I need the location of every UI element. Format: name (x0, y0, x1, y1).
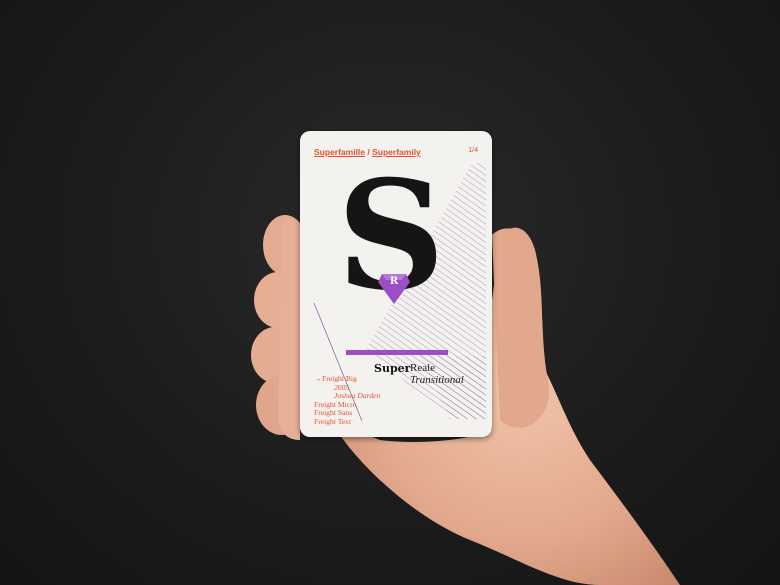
classification: Transitional (410, 374, 464, 386)
family-name-bold: Super (374, 362, 411, 375)
family-name-regular: Reale (410, 362, 436, 374)
type-card: Superfamille / Superfamily 1/4 S R Super… (300, 131, 492, 437)
gem-letter: R (389, 276, 399, 287)
hand-thumb (492, 228, 550, 428)
purple-bar (346, 350, 448, 355)
family-list: →Freight Big 2005 Joshua Darden Freight … (314, 374, 380, 427)
list-item: Freight Text (314, 416, 352, 426)
selected-font: Freight Big (322, 374, 357, 383)
arrow-right-icon: → (314, 374, 322, 383)
card-index: 1/4 (468, 147, 478, 154)
